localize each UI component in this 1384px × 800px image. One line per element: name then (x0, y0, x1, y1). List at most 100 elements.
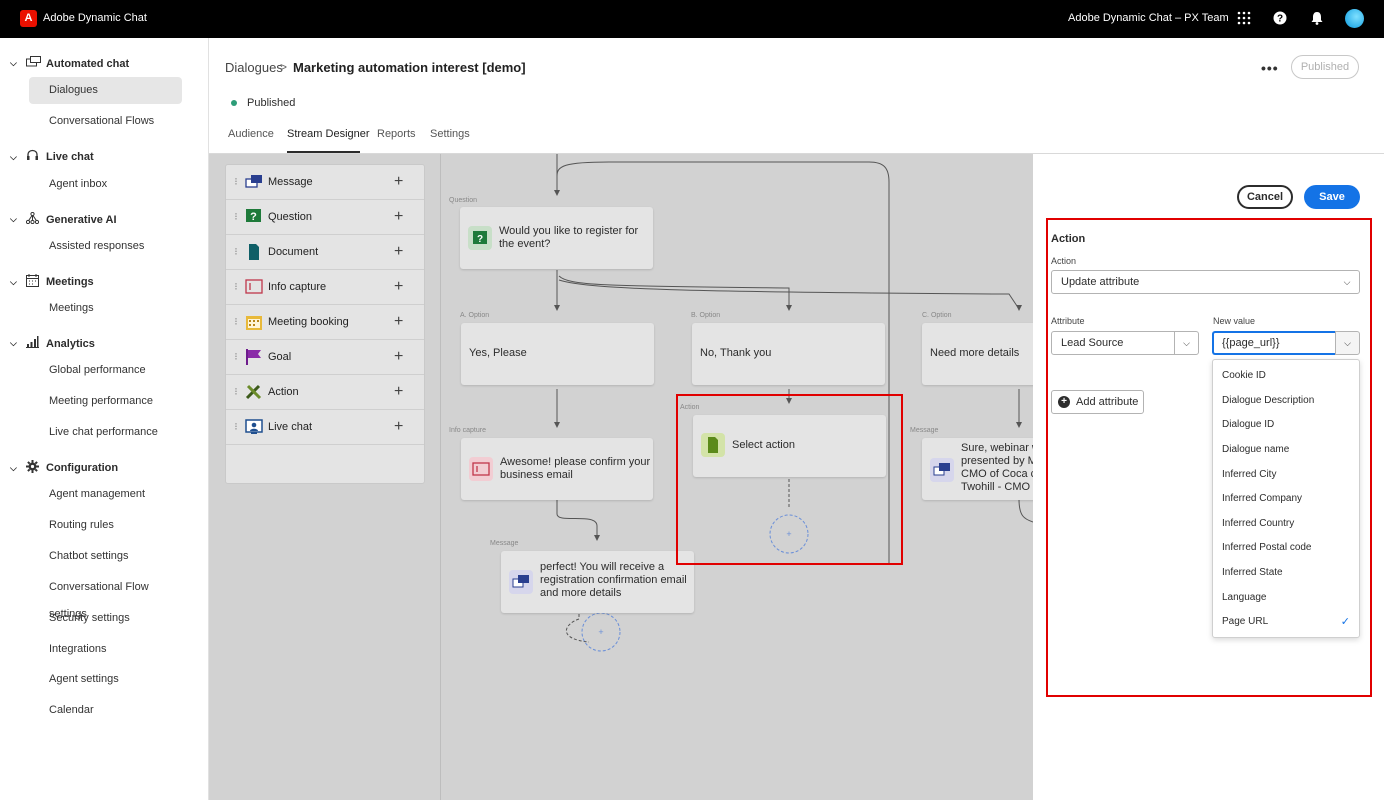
chevron-down-icon: ⌵ (10, 214, 17, 224)
sidebar-item-agent-inbox[interactable]: Agent inbox (29, 171, 182, 198)
chevron-down-icon: ⌵ (10, 58, 17, 68)
sidebar-item-agent-management[interactable]: Agent management (29, 481, 182, 508)
more-options-button[interactable]: ••• (1261, 60, 1279, 76)
option-text: Yes, Please (469, 347, 527, 359)
info-capture-node[interactable]: Awesome! please confirm your business em… (461, 438, 653, 500)
info-capture-icon (469, 457, 493, 481)
active-tab-indicator (287, 151, 360, 153)
option-text: Need more details (930, 347, 1020, 359)
help-icon[interactable]: ? (1272, 11, 1288, 29)
sidebar-item-meetings[interactable]: Meetings (29, 295, 182, 322)
top-bar: A Adobe Dynamic Chat Adobe Dynamic Chat … (0, 0, 1384, 38)
node-tag-option-b: B. Option (691, 312, 721, 319)
sidebar-item-security-settings[interactable]: Security settings (29, 605, 182, 632)
chevron-down-icon: ⌵ (10, 151, 17, 162)
svg-text:?: ? (477, 234, 483, 245)
avatar[interactable] (1345, 9, 1364, 28)
calendar-icon (26, 274, 42, 290)
cancel-button[interactable]: Cancel (1237, 185, 1293, 209)
status-text: Published (247, 97, 296, 109)
info-capture-text-line2: business email (500, 469, 573, 481)
message-node-right[interactable]: Sure, webinar w presented by M CMO of Co… (922, 438, 1033, 500)
sidebar-section-label: Meetings (46, 276, 94, 288)
tab-settings[interactable]: Settings (430, 128, 470, 140)
sidebar-section-label: Configuration (46, 462, 119, 474)
node-tag-option-a: A. Option (460, 312, 490, 319)
question-text-line2: the event? (499, 238, 551, 250)
option-text: No, Thank you (700, 347, 772, 359)
bell-icon[interactable] (1309, 11, 1325, 29)
message-text-line1: perfect! You will receive a (540, 561, 665, 573)
sidebar-section-generative-ai[interactable]: ⌵ Generative AI (10, 211, 117, 227)
headset-icon (26, 149, 42, 165)
sidebar-section-automated-chat[interactable]: ⌵ Automated chat (10, 56, 129, 71)
svg-text:+: + (598, 627, 603, 637)
message-text-line2: registration confirmation email (540, 574, 687, 586)
sidebar-section-live-chat[interactable]: ⌵ Live chat (10, 149, 94, 165)
app-title: Adobe Dynamic Chat (43, 12, 147, 24)
action-properties-panel: Cancel Save Action Action Update attribu… (1033, 154, 1384, 800)
save-button[interactable]: Save (1304, 185, 1360, 209)
sidebar-section-meetings[interactable]: ⌵ Meetings (10, 274, 94, 290)
sidebar-section-analytics[interactable]: ⌵ Analytics (10, 336, 95, 351)
sidebar-item-agent-settings[interactable]: Agent settings (29, 666, 182, 693)
bar-chart-icon (26, 336, 42, 351)
message-text-line3: CMO of Coca co (961, 468, 1033, 480)
sidebar-section-configuration[interactable]: ⌵ Configuration (10, 460, 118, 476)
sidebar-item-live-chat-performance[interactable]: Live chat performance (29, 419, 182, 446)
chevron-down-icon: ⌵ (10, 338, 17, 348)
message-text-line2: presented by M (961, 455, 1033, 467)
sidebar-section-label: Generative AI (46, 213, 117, 226)
stream-designer-canvas[interactable]: ⠇ Message + ⠇ ? Question + ⠇ Document + … (209, 154, 1033, 800)
chevron-down-icon: ⌵ (10, 276, 17, 287)
message-text-line3: and more details (540, 587, 622, 599)
node-tag-message-bottom: Message (490, 540, 519, 547)
highlight-action-panel (1046, 218, 1372, 697)
sidebar-item-dialogues[interactable]: Dialogues (29, 77, 182, 104)
sidebar-section-label: Automated chat (46, 57, 130, 70)
question-node[interactable]: ? Would you like to register for the eve… (460, 207, 653, 269)
option-node-c[interactable]: Need more details (922, 323, 1033, 385)
page-title: Marketing automation interest [demo] (293, 60, 526, 75)
sidebar-item-global-performance[interactable]: Global performance (29, 357, 182, 384)
tab-stream-designer[interactable]: Stream Designer (287, 128, 370, 140)
question-text-line1: Would you like to register for (499, 225, 639, 237)
dialogue-header: Dialogues > Marketing automation interes… (209, 38, 1384, 154)
chevron-down-icon: ⌵ (10, 462, 17, 473)
gear-icon (26, 460, 42, 476)
sidebar-section-label: Analytics (46, 337, 95, 350)
message-text-line4: Twohill - CMO o (961, 481, 1033, 493)
published-button[interactable]: Published (1291, 55, 1359, 79)
sidebar-item-conversational-flow-settings[interactable]: Conversational Flow settings (29, 574, 182, 620)
org-switcher[interactable]: Adobe Dynamic Chat – PX Team (1068, 12, 1229, 24)
sidebar-item-conversational-flows[interactable]: Conversational Flows (29, 108, 182, 135)
svg-text:?: ? (1277, 14, 1283, 25)
breadcrumb-dialogues[interactable]: Dialogues (225, 60, 283, 75)
node-tag-option-c: C. Option (922, 312, 952, 319)
option-node-b[interactable]: No, Thank you (692, 323, 885, 385)
node-tag-message-right: Message (910, 427, 939, 434)
sidebar-section-label: Live chat (46, 151, 94, 163)
message-icon (509, 570, 533, 594)
sidebar-item-integrations[interactable]: Integrations (29, 636, 182, 663)
sidebar-item-routing-rules[interactable]: Routing rules (29, 512, 182, 539)
question-icon: ? (468, 226, 492, 250)
message-icon (930, 458, 954, 482)
sidebar-item-calendar[interactable]: Calendar (29, 697, 182, 724)
network-icon (25, 211, 42, 227)
apps-grid-icon[interactable] (1236, 11, 1252, 29)
adobe-logo-icon[interactable]: A (20, 10, 37, 27)
breadcrumb-separator: > (280, 60, 288, 74)
info-capture-text-line1: Awesome! please confirm your (500, 456, 651, 468)
option-node-a[interactable]: Yes, Please (461, 323, 654, 385)
chat-bubbles-icon (26, 56, 42, 71)
sidebar-item-chatbot-settings[interactable]: Chatbot settings (29, 543, 182, 570)
sidebar-item-assisted-responses[interactable]: Assisted responses (29, 233, 182, 260)
sidebar: ⌵ Automated chat Dialogues Conversationa… (0, 38, 209, 800)
status-dot-icon (231, 100, 237, 106)
message-node-bottom[interactable]: perfect! You will receive a registration… (501, 551, 694, 613)
message-text-line1: Sure, webinar w (961, 442, 1033, 454)
tab-audience[interactable]: Audience (228, 128, 274, 140)
sidebar-item-meeting-performance[interactable]: Meeting performance (29, 388, 182, 415)
tab-reports[interactable]: Reports (377, 128, 416, 140)
